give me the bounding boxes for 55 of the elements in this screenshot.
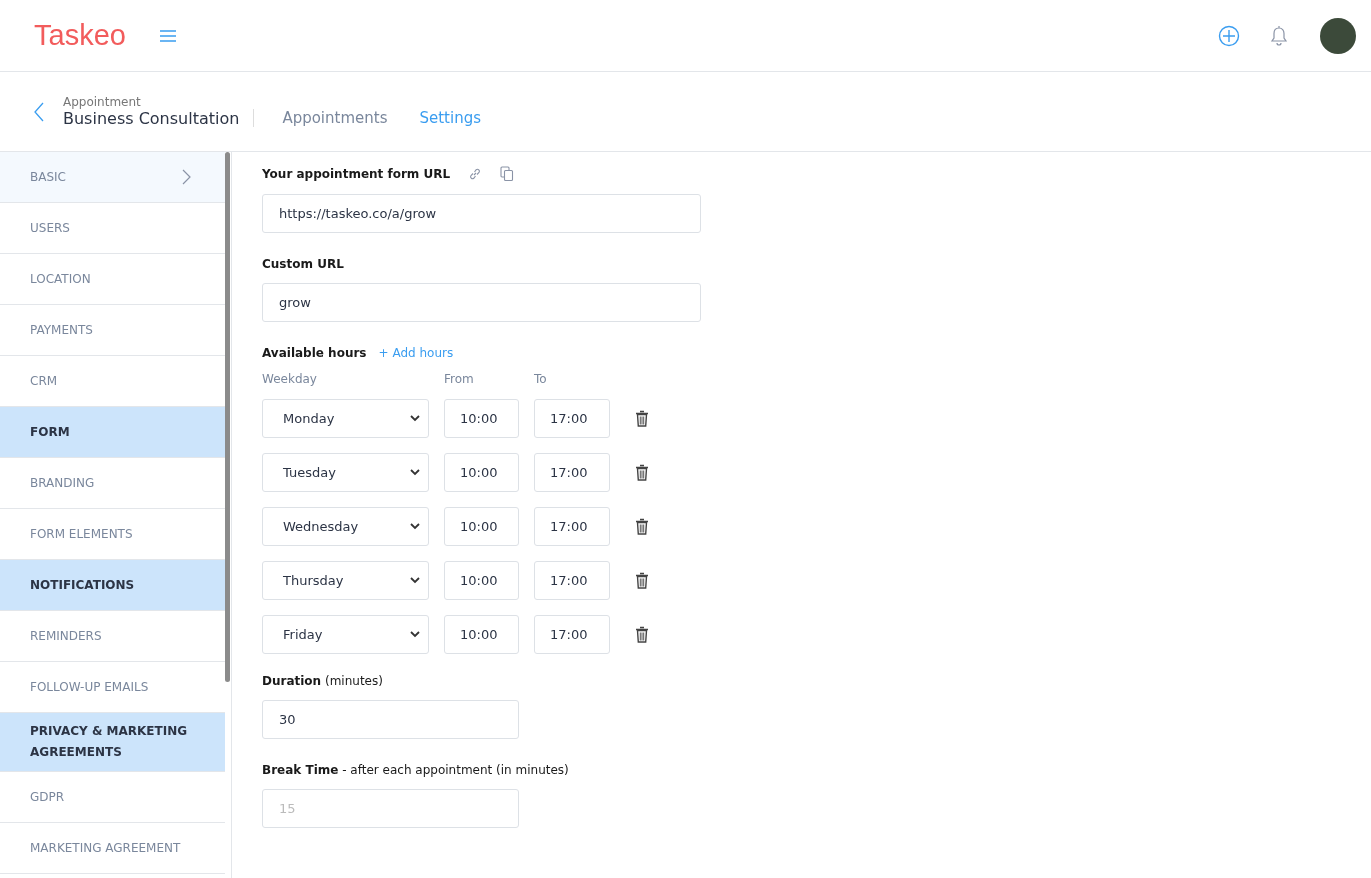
field-label: Duration (minutes) (262, 674, 383, 688)
to-time-field[interactable]: 17:00 (534, 561, 610, 600)
break-time-field[interactable]: 15 (262, 789, 519, 828)
menu-icon[interactable] (159, 29, 176, 42)
delete-icon[interactable] (635, 464, 649, 481)
tab[interactable]: Appointments (282, 108, 388, 127)
to-time-field[interactable]: 17:00 (534, 453, 610, 492)
chevron-down-icon (410, 577, 420, 584)
from-time-field[interactable]: 10:00 (444, 561, 519, 600)
delete-icon[interactable] (635, 518, 649, 535)
field-label: Available hours (262, 346, 367, 360)
chevron-down-icon (410, 523, 420, 530)
weekday-select[interactable]: Wednesday (262, 507, 429, 546)
weekday-select[interactable]: Thursday (262, 561, 429, 600)
custom-url-field[interactable]: grow (262, 283, 701, 322)
chevron-down-icon (410, 631, 420, 638)
delete-icon[interactable] (635, 410, 649, 427)
page-title: Business Consultation (63, 109, 240, 128)
to-time-field[interactable]: 17:00 (534, 615, 610, 654)
from-time-field[interactable]: 10:00 (444, 615, 519, 654)
add-icon[interactable] (1218, 24, 1240, 47)
sidebar-item[interactable]: BASIC (0, 152, 225, 203)
breadcrumb-parent: Appointment (63, 95, 142, 109)
weekday-select[interactable]: Friday (262, 615, 429, 654)
sidebar-item[interactable]: NOTIFICATIONS (0, 560, 225, 611)
to-time-field[interactable]: 17:00 (534, 399, 610, 438)
from-time-field[interactable]: 10:00 (444, 453, 519, 492)
scrollbar[interactable] (225, 152, 230, 682)
column-label: From (444, 372, 475, 386)
from-time-field[interactable]: 10:00 (444, 507, 519, 546)
weekday-select[interactable]: Tuesday (262, 453, 429, 492)
sidebar-item[interactable]: GDPR (0, 772, 225, 823)
from-time-field[interactable]: 10:00 (444, 399, 519, 438)
chevron-down-icon (410, 469, 420, 476)
to-time-field[interactable]: 17:00 (534, 507, 610, 546)
field-label: Custom URL (262, 257, 344, 271)
back-icon[interactable] (34, 101, 44, 122)
sidebar-item[interactable]: PRIVACY & MARKETING AGREEMENTS (0, 713, 225, 772)
weekday-select[interactable]: Monday (262, 399, 429, 438)
column-label: To (534, 372, 548, 386)
link-icon[interactable] (468, 167, 483, 181)
bell-icon[interactable] (1270, 25, 1288, 46)
chevron-right-icon (182, 169, 191, 185)
url-field[interactable]: https://taskeo.co/a/grow (262, 194, 701, 233)
copy-icon[interactable] (500, 166, 515, 182)
duration-field[interactable]: 30 (262, 700, 519, 739)
avatar[interactable] (1320, 17, 1356, 54)
sidebar-item[interactable]: FORM (0, 407, 225, 458)
column-label: Weekday (262, 372, 318, 386)
chevron-down-icon (410, 415, 420, 422)
sidebar-item[interactable]: MARKETING AGREEMENT (0, 823, 225, 874)
delete-icon[interactable] (635, 626, 649, 643)
field-label: Your appointment form URL (262, 167, 451, 181)
field-label: Break Time - after each appointment (in minutes) (262, 763, 569, 777)
delete-icon[interactable] (635, 572, 649, 589)
